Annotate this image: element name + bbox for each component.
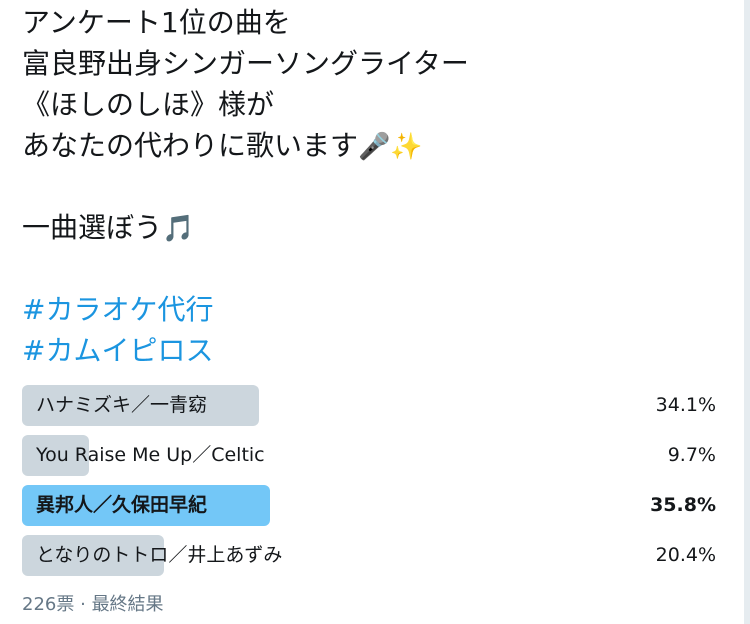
poll-choice-3: 異邦人／久保田早紀 35.8% [22, 485, 716, 526]
tweet-text: アンケート1位の曲を 富良野出身シンガーソングライター 《ほしのしほ》様が あな… [22, 0, 722, 371]
hashtag-kamuipiros[interactable]: #カムイピロス [22, 334, 213, 367]
poll-choice-percent: 9.7% [667, 444, 716, 466]
poll-choice-percent: 35.8% [650, 494, 716, 516]
poll-choice-2: You Raise Me Up／Celtic 9.7% [22, 435, 716, 476]
sparkles-icon: ✨ [390, 132, 423, 162]
tweet-choose-text: 一曲選ぼう [22, 211, 163, 244]
tweet-line-2: 富良野出身シンガーソングライター [22, 47, 469, 80]
hashtag-karaoke-daikou[interactable]: #カラオケ代行 [22, 293, 213, 326]
poll: ハナミズキ／一青窈 34.1% You Raise Me Up／Celtic 9… [22, 385, 716, 585]
poll-choice-label: You Raise Me Up／Celtic [36, 444, 265, 466]
poll-choice-label: となりのトトロ／井上あずみ [36, 544, 283, 566]
tweet-line-4-text: あなたの代わりに歌います [22, 129, 359, 162]
poll-status: 最終結果 [91, 594, 164, 615]
music-note-icon: 🎵 [162, 214, 195, 244]
poll-choice-1: ハナミズキ／一青窈 34.1% [22, 385, 716, 426]
timeline-border [744, 0, 750, 624]
tweet-line-4: あなたの代わりに歌います🎤✨ [22, 125, 722, 166]
poll-meta: 226票 · 最終結果 [22, 590, 164, 616]
poll-choice-4: となりのトトロ／井上あずみ 20.4% [22, 535, 716, 576]
poll-choice-label: 異邦人／久保田早紀 [36, 494, 208, 516]
poll-choice-percent: 20.4% [655, 544, 716, 566]
tweet-line-choose: 一曲選ぼう🎵 [22, 207, 722, 248]
poll-choice-label: ハナミズキ／一青窈 [36, 394, 208, 416]
tweet-line-3: 《ほしのしほ》様が [22, 88, 275, 121]
tweet-line-1: アンケート1位の曲を [22, 6, 291, 39]
poll-meta-separator: · [80, 594, 86, 615]
poll-vote-count: 226票 [22, 594, 75, 615]
microphone-icon: 🎤 [358, 132, 391, 162]
hashtag-line-2: #カムイピロス [22, 330, 722, 371]
hashtag-line-1: #カラオケ代行 [22, 289, 722, 330]
poll-choice-percent: 34.1% [655, 394, 716, 416]
tweet-body: アンケート1位の曲を 富良野出身シンガーソングライター 《ほしのしほ》様が あな… [22, 0, 722, 371]
